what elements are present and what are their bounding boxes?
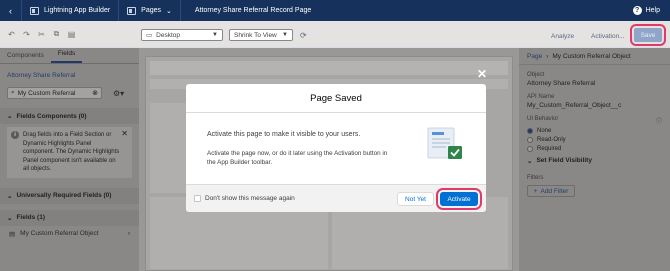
left-panel: Components Fields Attorney Share Referra…	[0, 48, 139, 271]
clear-icon[interactable]: ⊗	[92, 89, 98, 97]
help-icon: ?	[632, 6, 642, 15]
chevron-right-icon: ›	[546, 52, 549, 60]
analyze-button[interactable]: Analyze	[551, 33, 574, 40]
visibility-section[interactable]: ⌄ Set Field Visibility	[527, 157, 662, 165]
add-filter-button[interactable]: + Add Filter	[527, 185, 575, 197]
radio-none[interactable]: None	[527, 128, 662, 134]
chevron-down-icon: ⌄	[7, 214, 13, 222]
close-icon[interactable]: ✕	[121, 129, 128, 139]
fields-section[interactable]: ⌄ Fields (1)	[0, 209, 139, 226]
chevron-down-icon: ⌄	[166, 7, 172, 15]
activate-button[interactable]: Activate	[436, 188, 482, 210]
tab-components[interactable]: Components	[0, 52, 51, 63]
activate-page-illustration	[427, 127, 462, 159]
chevron-down-icon: ▼	[212, 32, 218, 38]
redo-icon[interactable]: ↷	[19, 30, 34, 39]
dont-show-checkbox[interactable]: Don't show this message again	[194, 195, 295, 202]
pages-icon	[127, 6, 137, 15]
properties-panel: Page › My Custom Referral Object Object …	[519, 48, 670, 271]
not-yet-button[interactable]: Not Yet	[397, 192, 434, 206]
object-link[interactable]: Attorney Share Referral	[0, 64, 139, 83]
radio-button[interactable]	[527, 137, 533, 143]
required-fields-section[interactable]: ⌄ Universally Required Fields (0)	[0, 187, 139, 204]
chevron-left-icon: ‹	[9, 5, 12, 16]
back-button[interactable]: ‹	[0, 0, 22, 21]
paste-icon[interactable]: ▤	[64, 30, 79, 39]
ui-behavior-label: UI Behavior ⓘ	[527, 116, 662, 125]
plus-icon: +	[533, 187, 538, 195]
field-icon: ▤	[9, 230, 16, 238]
object-label: Object	[527, 72, 545, 78]
modal-close-icon[interactable]: ✕	[477, 67, 487, 81]
radio-read-only[interactable]: Read-Only	[527, 137, 662, 143]
save-button[interactable]: Save	[630, 24, 666, 46]
chevron-down-icon: ⌄	[527, 158, 533, 165]
radio-button[interactable]	[527, 128, 533, 134]
info-icon: i	[11, 131, 19, 139]
breadcrumb: Page › My Custom Referral Object	[519, 48, 670, 65]
device-select[interactable]: ▭ Desktop ▼	[141, 29, 223, 41]
tab-fields[interactable]: Fields	[50, 50, 83, 63]
modal-body: Activate this page to make it visible to…	[186, 113, 486, 184]
undo-icon[interactable]: ↶	[4, 30, 19, 39]
field-item[interactable]: ▤ My Custom Referral Object ›	[0, 226, 139, 242]
refresh-icon[interactable]: ⟳	[300, 31, 307, 40]
modal-title: Page Saved	[186, 84, 486, 113]
checkbox[interactable]	[194, 195, 201, 202]
chevron-down-icon: ▼	[282, 32, 288, 38]
app-builder-icon	[30, 6, 39, 15]
object-value: Attorney Share Referral	[527, 80, 596, 87]
radio-button[interactable]	[527, 146, 533, 152]
page-title: Attorney Share Referral Record Page	[194, 7, 312, 14]
top-nav-bar: ‹ Lightning App Builder Pages ⌄ Attorney…	[0, 0, 670, 21]
help-link[interactable]: ? Help	[632, 6, 670, 15]
api-name-value: My_Custom_Referral_Object__c	[527, 102, 622, 109]
copy-icon[interactable]: ⧉	[49, 29, 64, 39]
modal-submessage: Activate the page now, or do it later us…	[207, 150, 388, 166]
modal-footer: Don't show this message again Not Yet Ac…	[186, 184, 486, 212]
chevron-down-icon: ⌄	[7, 192, 13, 200]
field-search-input[interactable]: ⌕ My Custom Referral ⊗	[7, 87, 102, 99]
left-panel-tabs: Components Fields	[0, 48, 139, 64]
page-saved-modal: Page Saved Activate this page to make it…	[186, 84, 486, 212]
info-icon[interactable]: ⓘ	[656, 116, 662, 125]
field-section-left	[150, 103, 190, 193]
chevron-right-icon: ›	[127, 230, 130, 237]
cut-icon[interactable]: ✂	[34, 30, 49, 39]
activation-button[interactable]: Activation...	[591, 33, 625, 40]
filters-label: Filters	[527, 175, 544, 181]
breadcrumb-page-link[interactable]: Page	[527, 53, 542, 60]
search-icon: ⌕	[11, 89, 15, 96]
app-builder-label: Lightning App Builder	[22, 0, 120, 21]
radio-required[interactable]: Required	[527, 146, 662, 152]
settings-gear-icon[interactable]: ⚙▾	[113, 89, 124, 98]
pages-menu[interactable]: Pages ⌄	[119, 0, 181, 21]
fields-components-section[interactable]: ⌄ Fields Components (0)	[0, 108, 139, 124]
modal-message: Activate this page to make it visible to…	[207, 131, 361, 138]
zoom-select[interactable]: Shrink To View ▼	[229, 29, 293, 41]
api-name-label: API Name	[527, 94, 555, 100]
info-message: i Drag fields into a Field Section or Dy…	[7, 127, 132, 178]
highlights-panel	[150, 61, 508, 75]
desktop-icon: ▭	[146, 32, 153, 39]
chevron-down-icon: ⌄	[7, 113, 13, 120]
